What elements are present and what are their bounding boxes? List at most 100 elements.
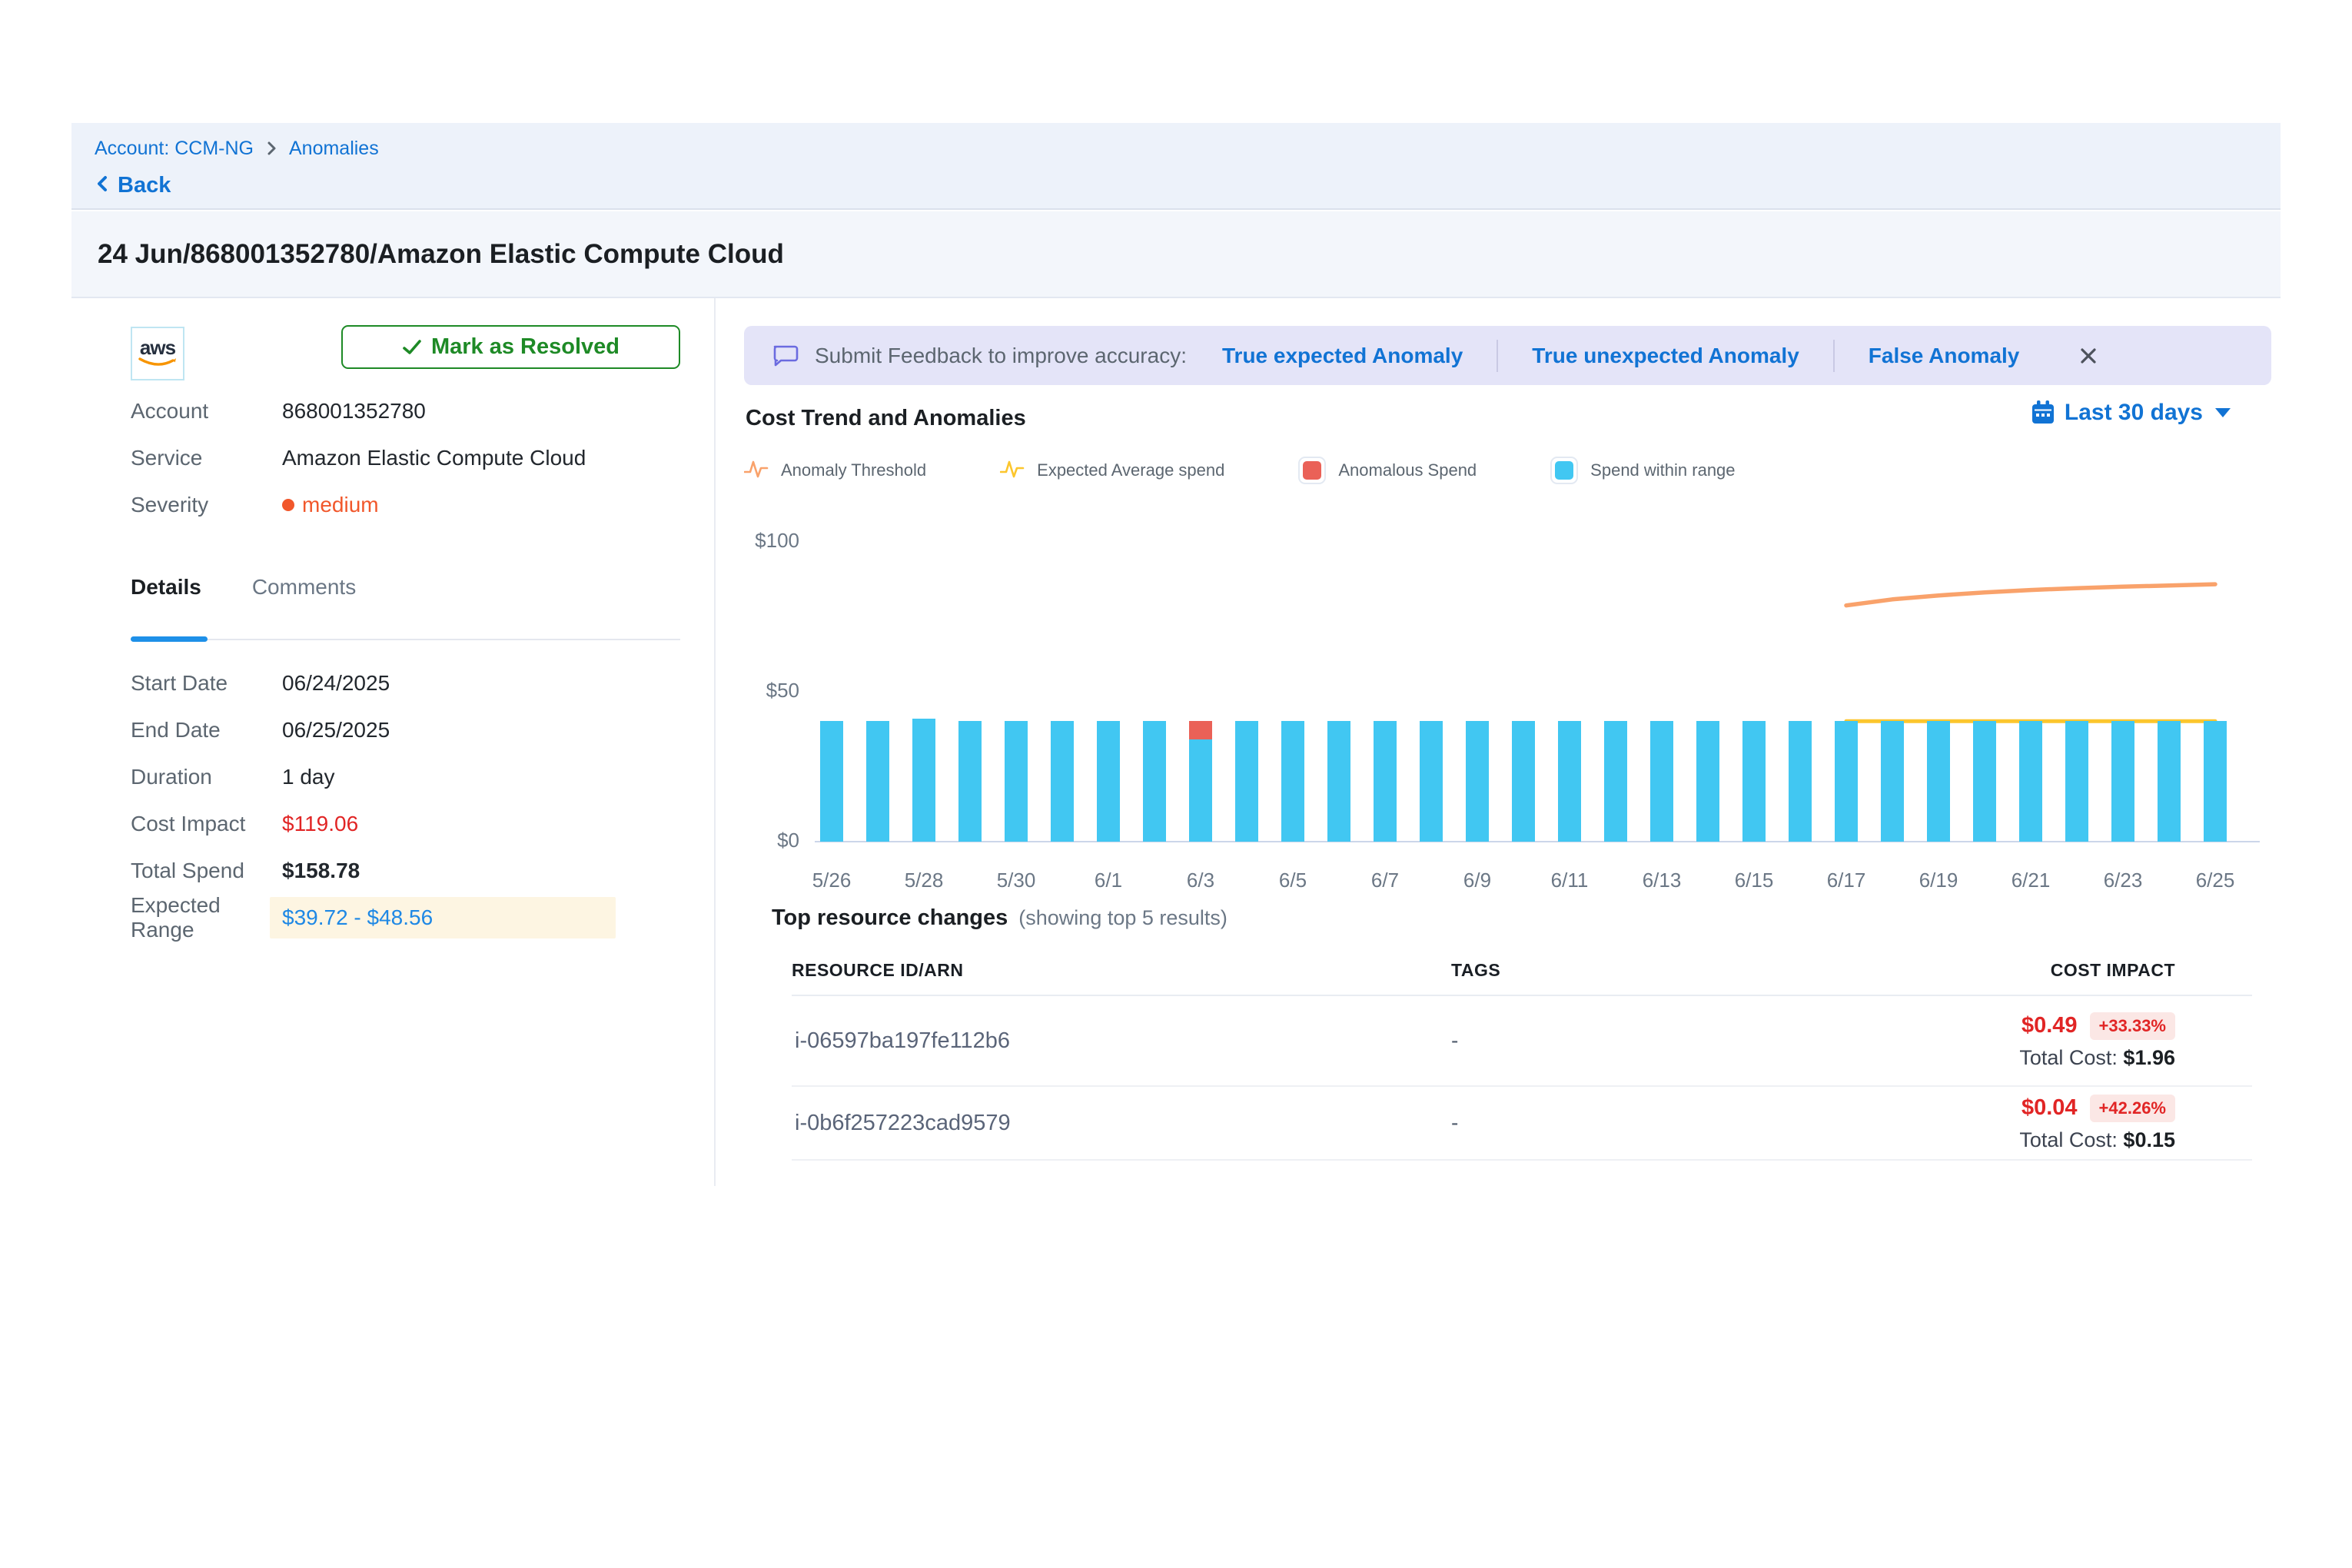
total-cost: Total Cost: $1.96 xyxy=(2019,1046,2175,1070)
chart-bar[interactable] xyxy=(1005,721,1028,842)
chart-bar[interactable] xyxy=(1327,721,1350,842)
chart-legend: Anomaly ThresholdExpected Average spendA… xyxy=(744,457,1736,484)
chart-bar[interactable] xyxy=(1558,721,1581,842)
table-title: Top resource changes xyxy=(772,905,1008,931)
total-cost-value: $1.96 xyxy=(2123,1046,2175,1069)
spend-within-range-segment xyxy=(1189,739,1212,842)
resolve-button-label: Mark as Resolved xyxy=(431,334,620,360)
x-axis-tick: 5/26 xyxy=(812,869,852,892)
total-cost-value: $0.15 xyxy=(2123,1128,2175,1151)
chart-bar[interactable] xyxy=(1374,721,1397,842)
detail-row: Cost Impact$119.06 xyxy=(71,800,714,847)
spend-within-range-segment xyxy=(1327,721,1350,842)
chart-bar[interactable] xyxy=(1097,721,1120,842)
chart-bar[interactable] xyxy=(1420,721,1443,842)
chart-bar[interactable] xyxy=(1835,721,1858,842)
close-icon[interactable] xyxy=(2078,345,2099,367)
chart-bar[interactable] xyxy=(1973,721,1996,842)
feedback-option[interactable]: True unexpected Anomaly xyxy=(1532,344,1799,368)
chart-bar[interactable] xyxy=(2065,721,2088,842)
detail-label: Start Date xyxy=(71,671,282,696)
x-axis-tick: 6/7 xyxy=(1371,869,1399,892)
chevron-down-icon xyxy=(2215,408,2231,417)
spend-within-range-segment xyxy=(1005,721,1028,842)
spend-within-range-segment xyxy=(1143,721,1166,842)
detail-label: Expected Range xyxy=(71,893,282,942)
detail-row: End Date06/25/2025 xyxy=(71,706,714,753)
spend-within-range-segment xyxy=(2065,721,2088,842)
spend-within-range-segment xyxy=(1973,721,1996,842)
total-cost: Total Cost: $0.15 xyxy=(2019,1128,2175,1152)
feedback-divider xyxy=(1497,340,1498,372)
chart-bar[interactable] xyxy=(1512,721,1535,842)
y-axis-tick: $0 xyxy=(744,829,799,852)
feedback-option[interactable]: True expected Anomaly xyxy=(1222,344,1463,368)
chart-bar[interactable] xyxy=(1143,721,1166,842)
chart-bar[interactable] xyxy=(1604,721,1627,842)
chart-bar[interactable] xyxy=(2111,721,2134,842)
spend-within-range-segment xyxy=(2204,721,2227,842)
detail-tabs: Details Comments xyxy=(131,575,680,618)
anomaly-summary-panel: aws Mark as Resolved Account868001352780… xyxy=(71,298,716,1186)
spend-within-range-segment xyxy=(958,721,982,842)
tab-details[interactable]: Details xyxy=(131,575,201,618)
chart-bar[interactable] xyxy=(820,721,843,842)
chart-bar[interactable] xyxy=(912,719,935,842)
chevron-right-icon xyxy=(264,139,278,158)
feedback-divider xyxy=(1833,340,1835,372)
x-axis-tick: 6/11 xyxy=(1551,869,1589,892)
chart-bar[interactable] xyxy=(2204,721,2227,842)
chart-bar[interactable] xyxy=(1281,721,1304,842)
chart-bar[interactable] xyxy=(1235,721,1258,842)
chart-bar[interactable] xyxy=(1696,721,1719,842)
spend-within-range-segment xyxy=(1742,721,1766,842)
chart-bar[interactable] xyxy=(2019,721,2042,842)
anomaly-detail-page: Account: CCM-NG Anomalies Back 24 Jun/86… xyxy=(0,0,2352,1568)
chart-bar[interactable] xyxy=(1789,721,1812,842)
chart-bar[interactable] xyxy=(1051,721,1074,842)
chart-bar[interactable] xyxy=(1650,721,1673,842)
chart-bar[interactable] xyxy=(2158,721,2181,842)
feedback-option[interactable]: False Anomaly xyxy=(1869,344,2020,368)
title-band: 24 Jun/868001352780/Amazon Elastic Compu… xyxy=(71,211,2281,298)
x-axis-tick: 6/3 xyxy=(1187,869,1214,892)
tab-comments[interactable]: Comments xyxy=(252,575,356,618)
spend-within-range-segment xyxy=(820,721,843,842)
aws-logo: aws xyxy=(131,327,184,380)
breadcrumb-account-link[interactable]: Account: CCM-NG xyxy=(95,138,254,160)
change-percent-badge: +42.26% xyxy=(2090,1095,2175,1122)
x-axis-tick: 6/25 xyxy=(2196,869,2235,892)
active-tab-underline xyxy=(131,636,208,642)
spend-within-range-segment xyxy=(1374,721,1397,842)
top-resource-changes: Top resource changes (showing top 5 resu… xyxy=(772,905,2254,931)
detail-value: 06/24/2025 xyxy=(282,671,390,696)
aws-smile-icon xyxy=(136,357,179,369)
spend-within-range-segment xyxy=(1927,721,1950,842)
chart-bar[interactable] xyxy=(1927,721,1950,842)
pulse-line-icon xyxy=(1000,457,1025,484)
chart-bar[interactable] xyxy=(1881,721,1904,842)
detail-row: Expected Range$39.72 - $48.56 xyxy=(71,894,714,941)
chart-bar[interactable] xyxy=(1466,721,1489,842)
info-label: Severity xyxy=(71,493,282,517)
date-range-label: Last 30 days xyxy=(2065,400,2203,426)
change-percent-badge: +33.33% xyxy=(2090,1012,2175,1040)
breadcrumb-anomalies-link[interactable]: Anomalies xyxy=(289,138,379,160)
x-axis-tick: 6/9 xyxy=(1463,869,1491,892)
mark-as-resolved-button[interactable]: Mark as Resolved xyxy=(341,325,680,369)
x-axis-tick: 6/21 xyxy=(2011,869,2051,892)
x-axis-tick: 6/19 xyxy=(1919,869,1958,892)
resource-table-header: RESOURCE ID/ARN TAGS COST IMPACT xyxy=(792,945,2252,996)
legend-item: Anomalous Spend xyxy=(1298,457,1477,484)
chart-bar[interactable] xyxy=(958,721,982,842)
info-value: Amazon Elastic Compute Cloud xyxy=(282,446,586,470)
chart-bar[interactable] xyxy=(1189,721,1212,842)
anomalous-spend-segment xyxy=(1189,721,1212,739)
back-button[interactable]: Back xyxy=(95,168,2281,203)
detail-row: Start Date06/24/2025 xyxy=(71,659,714,706)
chart-bar[interactable] xyxy=(866,721,889,842)
legend-label: Anomaly Threshold xyxy=(781,460,926,480)
date-range-picker[interactable]: Last 30 days xyxy=(2031,400,2231,426)
column-resource-id: RESOURCE ID/ARN xyxy=(792,960,1451,981)
chart-bar[interactable] xyxy=(1742,721,1766,842)
